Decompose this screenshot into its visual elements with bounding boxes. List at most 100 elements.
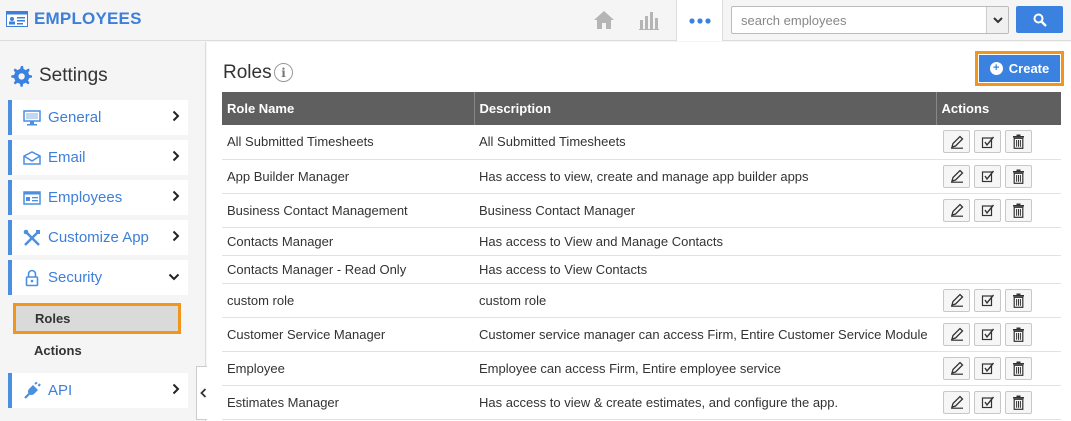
delete-role-button[interactable]: [1005, 322, 1032, 346]
create-button[interactable]: + Create: [979, 55, 1060, 82]
table-header-row: Role Name Description Actions: [222, 92, 1061, 125]
chevron-right-icon: [172, 150, 180, 162]
more-menu-icon[interactable]: [676, 0, 723, 41]
edit-icon: [950, 293, 963, 307]
sidebar-item-general[interactable]: General: [8, 100, 188, 135]
edit-icon: [950, 135, 963, 149]
trash-icon: [1013, 134, 1024, 150]
delete-role-button[interactable]: [1005, 198, 1032, 222]
role-actions-cell: [936, 351, 1061, 386]
table-row[interactable]: Employee Employee can access Firm, Entire…: [222, 351, 1061, 386]
table-row[interactable]: All Submitted Timesheets All Submitted Ti…: [222, 125, 1061, 160]
role-actions-cell: [936, 125, 1061, 160]
edit-role-button[interactable]: [943, 130, 970, 154]
role-description-cell: Has access to View and Manage Contacts: [474, 227, 936, 256]
row-action-buttons: [941, 322, 1061, 346]
info-icon[interactable]: i: [274, 63, 293, 82]
role-description-cell: Employee can access Firm, Entire employe…: [474, 351, 936, 386]
settings-header: Settings: [9, 64, 108, 88]
sidebar-item-customize-app[interactable]: Customize App: [8, 220, 188, 255]
sidebar-subitem-actions[interactable]: Actions: [13, 335, 181, 366]
assign-role-button[interactable]: [974, 130, 1001, 154]
search-dropdown-button[interactable]: [986, 7, 1008, 33]
assign-role-button[interactable]: [974, 164, 1001, 188]
edit-role-button[interactable]: [943, 322, 970, 346]
sidebar-item-label: API: [48, 382, 73, 399]
role-name-cell[interactable]: custom role: [222, 283, 474, 318]
sidebar-item-email[interactable]: Email: [8, 140, 188, 175]
trash-icon: [1013, 293, 1024, 308]
edit-role-button[interactable]: [943, 164, 970, 188]
chevron-right-icon: [172, 230, 180, 242]
assign-role-button[interactable]: [974, 288, 1001, 312]
role-name-cell[interactable]: All Submitted Timesheets: [222, 125, 474, 160]
table-row[interactable]: custom role custom role: [222, 283, 1061, 318]
role-name-cell[interactable]: Employee: [222, 351, 474, 386]
role-description-cell: Has access to view & create estimates, a…: [474, 385, 936, 420]
table-row[interactable]: Customer Service Manager Customer service…: [222, 317, 1061, 352]
role-name-cell[interactable]: Contacts Manager: [222, 227, 474, 256]
assign-icon: [981, 170, 994, 183]
role-actions-cell: [936, 159, 1061, 194]
table-row[interactable]: Contacts Manager - Read Only Has access t…: [222, 255, 1061, 284]
sidebar-item-api[interactable]: API: [8, 373, 188, 408]
role-name-cell[interactable]: Customer Service Manager: [222, 317, 474, 352]
assign-role-button[interactable]: [974, 322, 1001, 346]
edit-role-button[interactable]: [943, 356, 970, 380]
sidebar-item-label: Customize App: [48, 229, 149, 246]
assign-role-button[interactable]: [974, 198, 1001, 222]
sidebar-item-employees[interactable]: Employees: [8, 180, 188, 215]
app-brand[interactable]: EMPLOYEES: [6, 9, 142, 29]
assign-icon: [981, 396, 994, 409]
role-actions-cell: [936, 283, 1061, 318]
role-name-cell[interactable]: Estimates Manager: [222, 385, 474, 420]
home-icon[interactable]: [592, 9, 616, 31]
sidebar-subitem-roles[interactable]: Roles: [13, 303, 181, 334]
delete-role-button[interactable]: [1005, 390, 1032, 414]
edit-role-button[interactable]: [943, 288, 970, 312]
sidebar-item-security[interactable]: Security: [8, 260, 188, 295]
edit-role-button[interactable]: [943, 198, 970, 222]
role-name-cell[interactable]: Business Contact Management: [222, 193, 474, 228]
table-row[interactable]: Estimates Manager Has access to view & cr…: [222, 385, 1061, 420]
tools-icon: [22, 229, 42, 247]
delete-role-button[interactable]: [1005, 288, 1032, 312]
role-description-cell: All Submitted Timesheets: [474, 125, 936, 160]
assign-icon: [981, 136, 994, 148]
table-row[interactable]: Business Contact Management Business Cont…: [222, 193, 1061, 228]
assign-icon: [981, 204, 994, 217]
assign-role-button[interactable]: [974, 356, 1001, 380]
column-header-actions: Actions: [941, 101, 990, 116]
gear-icon: [11, 66, 33, 87]
search-button[interactable]: [1016, 6, 1063, 33]
role-description-cell: Business Contact Manager: [474, 193, 936, 228]
settings-sidebar: Settings General Email Employees Customi…: [0, 42, 206, 421]
edit-icon: [950, 361, 963, 375]
row-action-buttons: [941, 390, 1061, 414]
role-description-cell: Customer service manager can access Firm…: [474, 317, 936, 352]
trash-icon: [1013, 361, 1024, 376]
table-row[interactable]: App Builder Manager Has access to view, c…: [222, 159, 1061, 194]
bar-chart-icon[interactable]: [637, 9, 661, 31]
role-actions-cell: [936, 193, 1061, 228]
delete-role-button[interactable]: [1005, 356, 1032, 380]
assign-icon: [981, 362, 994, 375]
assign-role-button[interactable]: [974, 390, 1001, 414]
roles-table-body: All Submitted Timesheets All Submitted Ti…: [222, 125, 1061, 420]
table-row[interactable]: Contacts Manager Has access to View and M…: [222, 227, 1061, 256]
edit-role-button[interactable]: [943, 390, 970, 414]
delete-role-button[interactable]: [1005, 130, 1032, 154]
trash-icon: [1013, 395, 1024, 410]
plug-icon: [22, 381, 42, 400]
roles-table: Role Name Description Actions All Submit…: [222, 92, 1061, 420]
delete-role-button[interactable]: [1005, 164, 1032, 188]
sidebar-item-label: Employees: [48, 189, 123, 206]
role-name-cell[interactable]: Contacts Manager - Read Only: [222, 255, 474, 284]
sidebar-item-label: Security: [48, 269, 103, 286]
role-name-cell[interactable]: App Builder Manager: [222, 159, 474, 194]
role-actions-cell: [936, 227, 1061, 256]
id-card-icon: [22, 189, 42, 207]
search-input[interactable]: [732, 7, 986, 33]
assign-icon: [981, 328, 994, 341]
chevron-right-icon: [172, 383, 180, 395]
